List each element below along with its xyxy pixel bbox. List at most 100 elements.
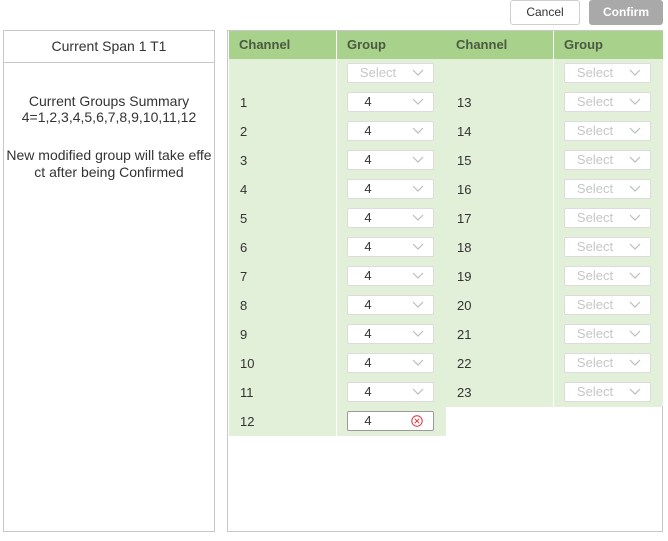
group-cell: Select: [554, 349, 663, 378]
table-row: 19 Select: [446, 262, 663, 291]
channel-cell: 8: [229, 291, 337, 320]
table-row: 11 4: [229, 378, 446, 407]
group-select[interactable]: 4: [347, 295, 434, 315]
table-row: 84: [229, 291, 446, 320]
group-select[interactable]: Select: [564, 382, 651, 402]
group-select[interactable]: Select: [564, 237, 651, 257]
group-cell: Select: [554, 204, 663, 233]
group-select[interactable]: 4: [347, 121, 434, 141]
channel-cell: 11: [229, 378, 337, 407]
group-select-value: Select: [576, 268, 614, 283]
group-select[interactable]: 4: [347, 92, 434, 112]
table-row: 24: [229, 117, 446, 146]
group-select[interactable]: Select: [564, 63, 651, 83]
group-select-value: Select: [576, 181, 614, 196]
group-cell: 4: [337, 407, 446, 436]
group-header: Group: [564, 37, 603, 52]
table-row: 22 Select: [446, 349, 663, 378]
group-cell: Select: [554, 320, 663, 349]
chevron-down-icon: [412, 156, 424, 163]
table-row: 14: [229, 88, 446, 117]
channel-cell: 23: [446, 378, 554, 407]
group-cell: 4: [337, 88, 446, 117]
chevron-down-icon: [412, 214, 424, 221]
group-cell: Select: [554, 233, 663, 262]
group-select[interactable]: Select: [564, 121, 651, 141]
group-select[interactable]: Select: [564, 295, 651, 315]
group-select[interactable]: 4: [347, 179, 434, 199]
group-select-value: Select: [576, 326, 614, 341]
chevron-down-icon: [629, 330, 641, 337]
channel-cell: 19: [446, 262, 554, 291]
group-select[interactable]: 4: [347, 150, 434, 170]
group-select[interactable]: 4: [347, 411, 434, 431]
group-select-value: 4: [364, 268, 372, 283]
chevron-down-icon: [412, 185, 424, 192]
confirm-button[interactable]: Confirm: [589, 0, 663, 25]
group-select[interactable]: Select: [564, 92, 651, 112]
group-select[interactable]: Select: [564, 208, 651, 228]
chevron-down-icon: [629, 301, 641, 308]
chevron-down-icon: [412, 359, 424, 366]
table-row: 17 Select: [446, 204, 663, 233]
table-row: 20 Select: [446, 291, 663, 320]
chevron-down-icon: [629, 127, 641, 134]
chevron-down-icon: [629, 388, 641, 395]
group-select[interactable]: Select: [564, 353, 651, 373]
groups-summary-value: 4=1,2,3,4,5,6,7,8,9,10,11,12: [21, 109, 197, 125]
group-select[interactable]: 4: [347, 382, 434, 402]
channel-cell: 5: [229, 204, 337, 233]
group-select[interactable]: Select: [564, 179, 651, 199]
group-header: Group: [347, 37, 386, 52]
group-cell: Select: [554, 378, 663, 407]
group-select-value: 4: [364, 181, 372, 196]
group-cell: 4: [337, 349, 446, 378]
group-cell: Select: [554, 146, 663, 175]
clear-icon[interactable]: [411, 415, 423, 427]
group-select-value: 4: [364, 384, 372, 399]
channel-cell: 22: [446, 349, 554, 378]
chevron-down-icon: [629, 156, 641, 163]
channel-cell: 21: [446, 320, 554, 349]
channel-cell: 10: [229, 349, 337, 378]
table-row: 12 4: [229, 407, 446, 436]
group-select-value: Select: [359, 65, 397, 80]
group-select-value: Select: [576, 210, 614, 225]
group-select-value: Select: [576, 65, 614, 80]
channel-cell: [446, 59, 554, 88]
group-select-value: Select: [576, 297, 614, 312]
channel-cell: 14: [446, 117, 554, 146]
group-select[interactable]: 4: [347, 353, 434, 373]
table-row: 34: [229, 146, 446, 175]
group-select[interactable]: Select: [564, 266, 651, 286]
channel-cell: 7: [229, 262, 337, 291]
channel-column-left: Channel Group Select 1 4 2 4 3 4 4 4 5 4 6 4 7 4 8 4 9 4 10…: [229, 31, 446, 436]
table-row: 15 Select: [446, 146, 663, 175]
channel-header: Channel: [229, 31, 337, 59]
table-row: 74: [229, 262, 446, 291]
group-select[interactable]: Select: [347, 63, 434, 83]
group-select[interactable]: 4: [347, 237, 434, 257]
group-select-value: 4: [364, 239, 372, 254]
group-cell: Select: [554, 59, 663, 88]
group-select[interactable]: 4: [347, 266, 434, 286]
chevron-down-icon: [629, 69, 641, 76]
group-cell: Select: [554, 262, 663, 291]
table-row: 13 Select: [446, 88, 663, 117]
group-cell: 4: [337, 262, 446, 291]
table-header: Channel Group: [229, 31, 446, 59]
cancel-button[interactable]: Cancel: [510, 0, 580, 25]
group-select[interactable]: 4: [347, 208, 434, 228]
group-cell: 4: [337, 378, 446, 407]
group-select[interactable]: Select: [564, 324, 651, 344]
group-select-value: 4: [364, 297, 372, 312]
group-select[interactable]: Select: [564, 150, 651, 170]
channel-cell: 9: [229, 320, 337, 349]
chevron-down-icon: [412, 127, 424, 134]
channel-header: Channel: [446, 31, 554, 59]
table-row: 21 Select: [446, 320, 663, 349]
group-cell: 4: [337, 291, 446, 320]
channel-cell: 13: [446, 88, 554, 117]
chevron-down-icon: [629, 98, 641, 105]
group-select[interactable]: 4: [347, 324, 434, 344]
